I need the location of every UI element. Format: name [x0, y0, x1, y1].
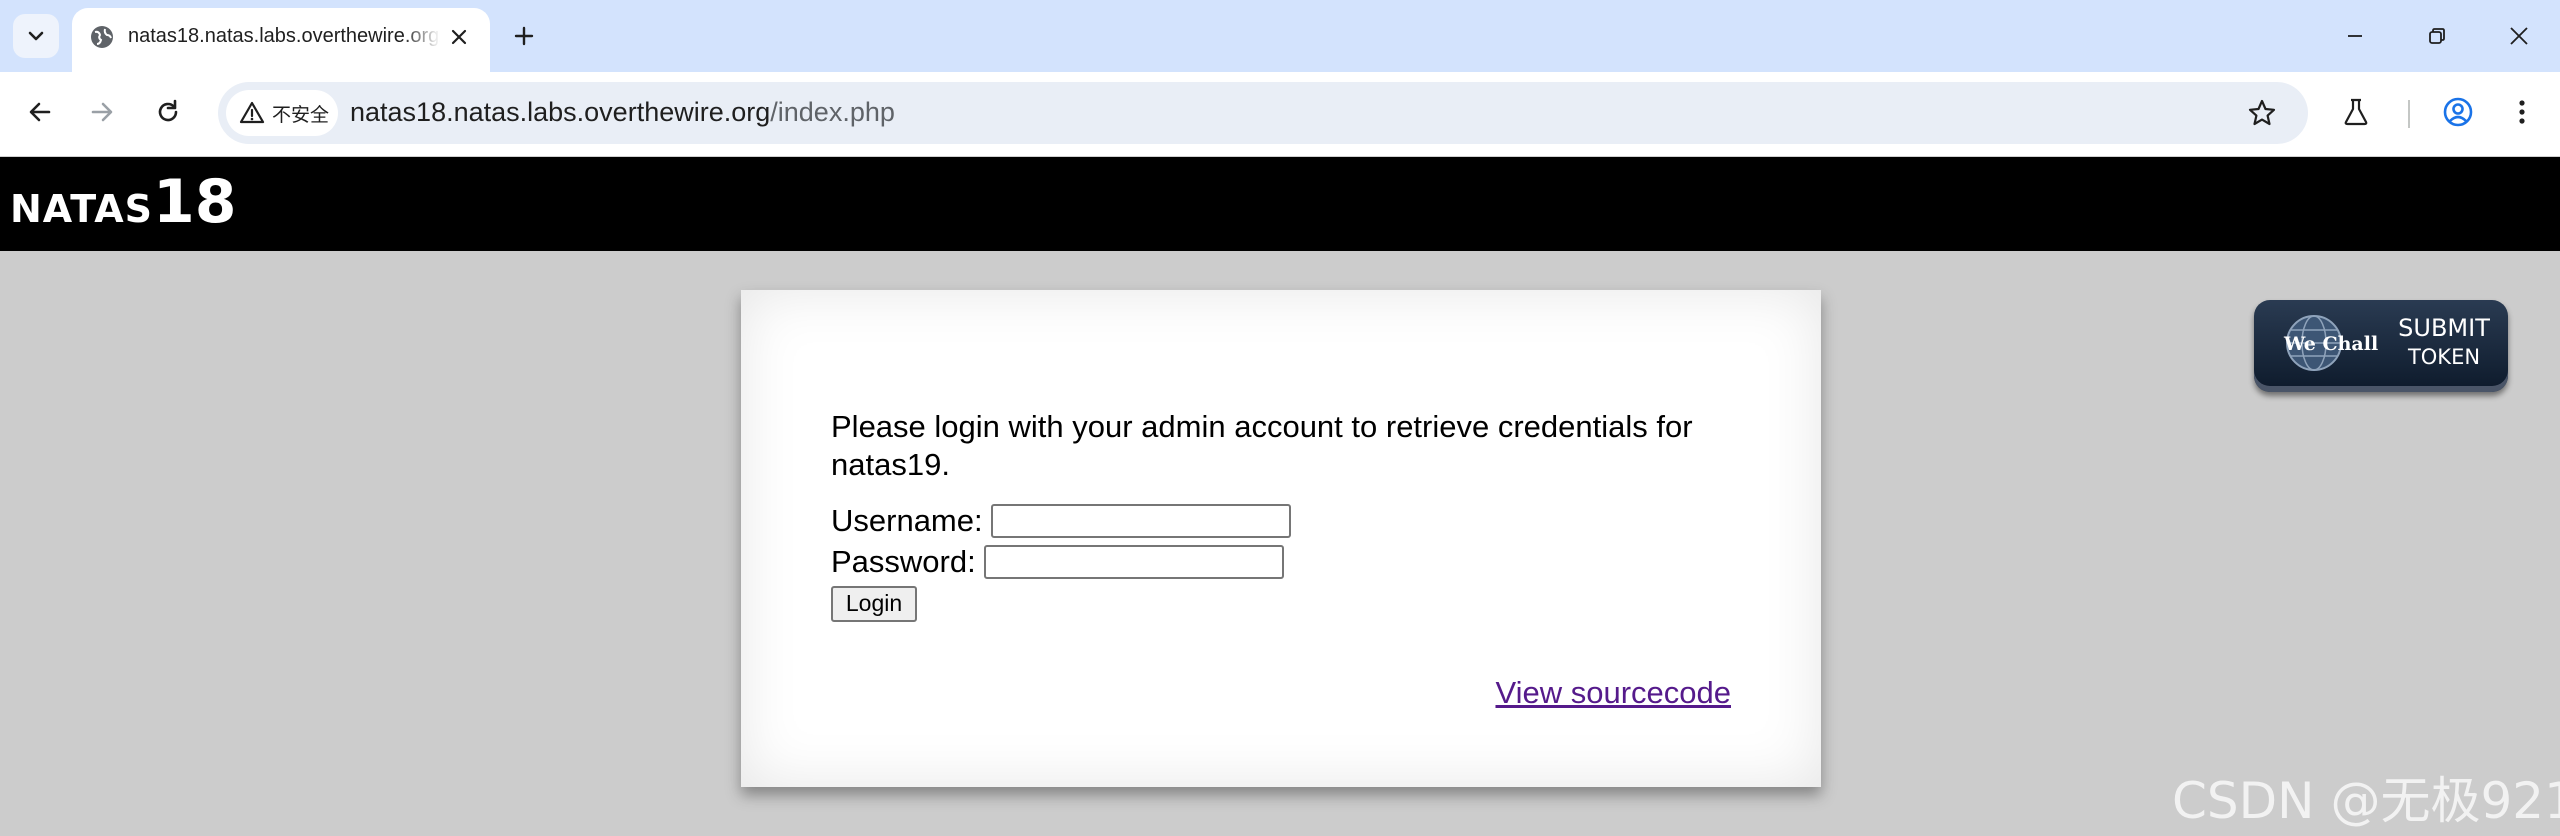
browser-tab[interactable]: natas18.natas.labs.overthewire.org/index… [72, 8, 490, 72]
reload-icon [158, 99, 178, 122]
wechall-submit-token-button[interactable]: We Chall SUBMIT TOKEN [2254, 300, 2508, 392]
username-row: Username: [831, 500, 1736, 541]
page-title: NATAS18 [10, 167, 237, 237]
login-button[interactable]: Login [831, 585, 917, 622]
url-text[interactable]: natas18.natas.labs.overthewire.org/index… [350, 97, 895, 128]
tab-strip: natas18.natas.labs.overthewire.org/index… [0, 0, 2560, 72]
reload-button[interactable] [146, 90, 190, 134]
url-path: /index.php [770, 97, 895, 127]
csdn-watermark: CSDN @无极921 [2172, 772, 2560, 830]
plus-icon [514, 26, 534, 46]
page-viewport: NATAS18 Please login with your admin acc… [0, 157, 2560, 836]
wechall-brand: We Chall [2284, 333, 2379, 355]
star-icon [2248, 99, 2276, 126]
back-button[interactable] [18, 90, 62, 134]
minimize-button[interactable] [2330, 14, 2380, 58]
login-panel: Please login with your admin account to … [831, 408, 1736, 622]
password-input[interactable] [983, 544, 1284, 579]
arrow-right-icon [91, 102, 113, 122]
content-box: Please login with your admin account to … [741, 290, 1821, 787]
toolbar-separator [2408, 100, 2410, 128]
forward-button[interactable] [80, 90, 124, 134]
warning-icon [239, 101, 265, 124]
menu-button[interactable] [2500, 90, 2544, 134]
intro-text: Please login with your admin account to … [831, 409, 1693, 482]
natas-header: NATAS18 [0, 157, 2560, 251]
restore-icon [2429, 28, 2445, 44]
wechall-token-label: TOKEN [2407, 345, 2481, 369]
tab-search-button[interactable] [13, 14, 59, 58]
arrow-left-icon [29, 102, 51, 122]
view-sourcecode-link[interactable]: View sourcecode [1495, 675, 1731, 711]
security-label: 不安全 [272, 103, 330, 126]
minimize-icon [2348, 35, 2362, 37]
flask-icon [2344, 98, 2368, 126]
close-window-button[interactable] [2494, 14, 2544, 58]
password-row: Password: [831, 541, 1736, 582]
title-word: NATAS [10, 187, 154, 231]
username-input[interactable] [990, 503, 1291, 538]
password-label: Password: [831, 543, 976, 579]
restore-button[interactable] [2412, 14, 2462, 58]
labs-button[interactable] [2334, 90, 2378, 134]
bookmark-button[interactable] [2244, 95, 2280, 131]
profile-button[interactable] [2436, 90, 2480, 134]
new-tab-button[interactable] [506, 18, 542, 54]
tab-title: natas18.natas.labs.overthewire.org/index… [128, 25, 440, 47]
address-bar[interactable]: 不安全 natas18.natas.labs.overthewire.org/i… [218, 82, 2308, 144]
tab-close-button[interactable] [444, 22, 474, 52]
globe-icon [91, 26, 113, 48]
security-chip[interactable]: 不安全 [226, 90, 338, 136]
chevron-down-icon [28, 31, 44, 41]
title-number: 18 [153, 167, 237, 237]
kebab-menu-icon [2519, 100, 2525, 124]
close-icon [451, 29, 467, 45]
close-icon [2510, 27, 2528, 45]
wechall-submit-label: SUBMIT [2398, 314, 2490, 342]
username-label: Username: [831, 502, 983, 538]
browser-toolbar: 不安全 natas18.natas.labs.overthewire.org/i… [0, 72, 2560, 157]
url-host: natas18.natas.labs.overthewire.org [350, 97, 771, 127]
profile-icon [2443, 97, 2473, 127]
